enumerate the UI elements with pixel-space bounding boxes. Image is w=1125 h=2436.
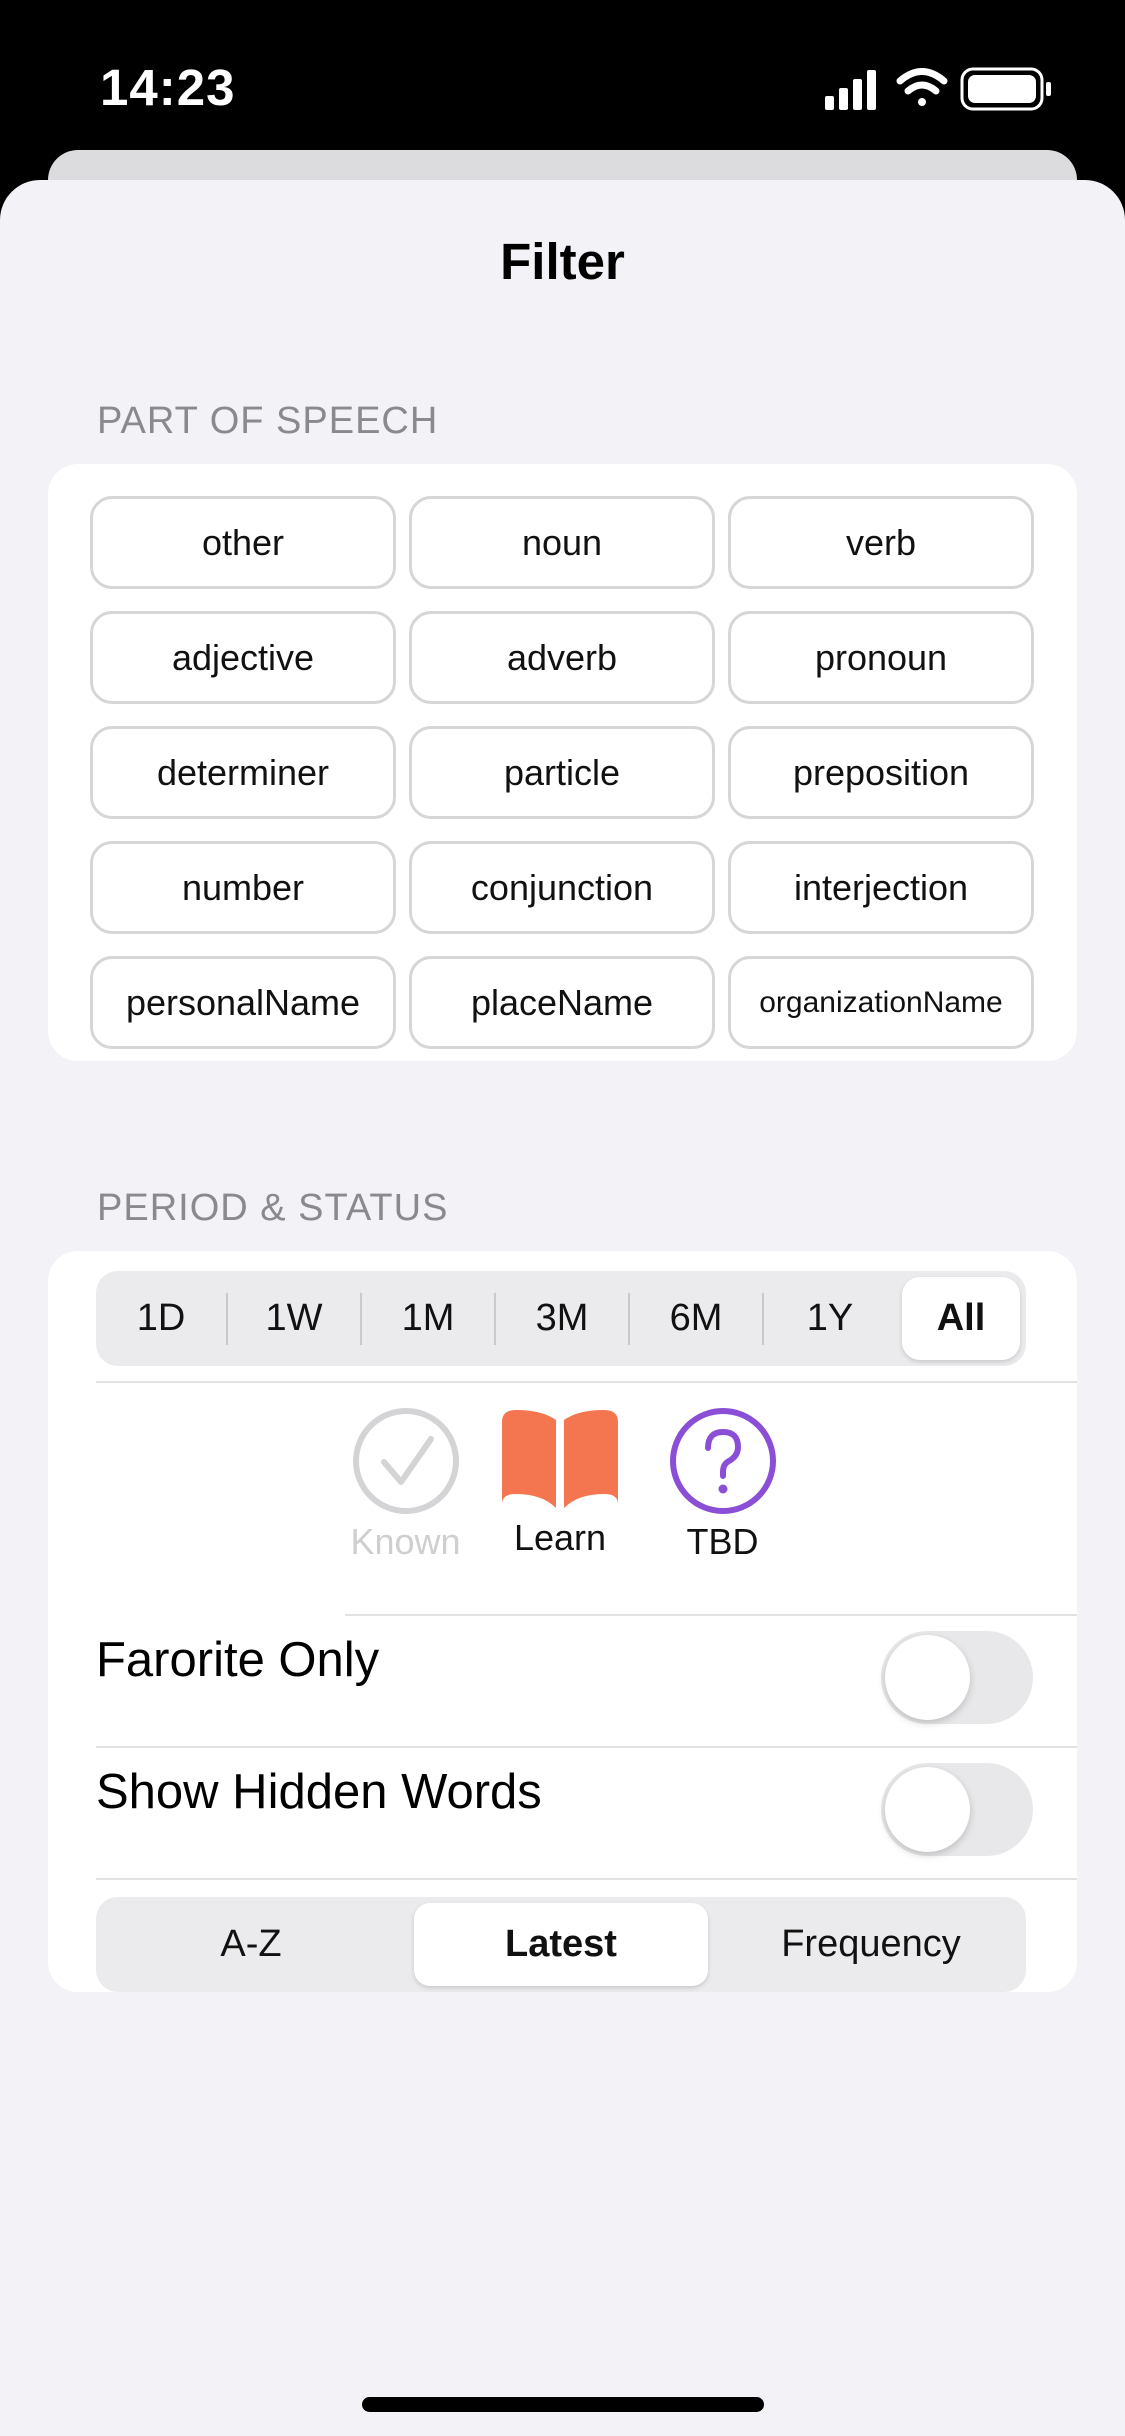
- pos-chip-interjection[interactable]: interjection: [728, 841, 1034, 934]
- show-hidden-label: Show Hidden Words: [96, 1765, 542, 1819]
- toggle-knob: [885, 1767, 970, 1852]
- cellular-signal-icon: [825, 70, 876, 110]
- pos-chip-determiner[interactable]: determiner: [90, 726, 396, 819]
- divider: [96, 1878, 1077, 1880]
- part-of-speech-header: PART OF SPEECH: [97, 400, 439, 442]
- show-hidden-toggle[interactable]: [881, 1763, 1033, 1856]
- pos-chip-place-name[interactable]: placeName: [409, 956, 715, 1049]
- status-known-label: Known: [350, 1521, 461, 1562]
- status-learn[interactable]: Learn: [495, 1406, 625, 1559]
- pos-chip-pronoun[interactable]: pronoun: [728, 611, 1034, 704]
- divider: [96, 1381, 1077, 1383]
- period-1m[interactable]: 1M: [362, 1271, 494, 1366]
- sort-frequency[interactable]: Frequency: [716, 1897, 1026, 1992]
- pos-chip-verb[interactable]: verb: [728, 496, 1034, 589]
- pos-chip-adjective[interactable]: adjective: [90, 611, 396, 704]
- sheet-title: Filter: [500, 233, 625, 290]
- pos-chip-other[interactable]: other: [90, 496, 396, 589]
- checkmark-circle-icon: [352, 1408, 459, 1514]
- question-circle-icon: [669, 1408, 776, 1514]
- period-all[interactable]: All: [902, 1277, 1020, 1360]
- period-3m[interactable]: 3M: [496, 1271, 628, 1366]
- period-status-card: 1D 1W 1M 3M 6M 1Y All Known Learn TBD Fa…: [48, 1251, 1077, 1992]
- status-learn-label: Learn: [513, 1517, 607, 1558]
- battery-icon: [960, 67, 1051, 111]
- favorite-only-toggle[interactable]: [881, 1631, 1033, 1724]
- toggle-knob: [885, 1635, 970, 1720]
- home-indicator: [362, 2397, 764, 2412]
- wifi-icon: [896, 68, 948, 106]
- divider: [96, 1746, 1077, 1748]
- book-icon: [502, 1410, 618, 1508]
- pos-chip-organization-name[interactable]: organizationName: [728, 956, 1034, 1049]
- pos-chip-number[interactable]: number: [90, 841, 396, 934]
- sort-segmented-control: A-Z Latest Frequency: [96, 1897, 1026, 1992]
- period-segmented-control: 1D 1W 1M 3M 6M 1Y All: [96, 1271, 1026, 1366]
- status-time: 14:23: [100, 59, 236, 116]
- pos-chip-particle[interactable]: particle: [409, 726, 715, 819]
- favorite-only-label: Farorite Only: [96, 1633, 380, 1687]
- period-1d[interactable]: 1D: [96, 1271, 226, 1366]
- status-tbd[interactable]: TBD: [660, 1406, 785, 1563]
- period-1y[interactable]: 1Y: [764, 1271, 896, 1366]
- divider: [345, 1614, 1077, 1616]
- status-icons: [825, 67, 1051, 111]
- status-tbd-label: TBD: [686, 1521, 759, 1562]
- period-6m[interactable]: 6M: [630, 1271, 762, 1366]
- part-of-speech-grid: other noun verb adjective adverb pronoun…: [90, 496, 1035, 1049]
- pos-chip-personal-name[interactable]: personalName: [90, 956, 396, 1049]
- part-of-speech-card: other noun verb adjective adverb pronoun…: [48, 464, 1077, 1061]
- screen: 14:23 Filter PART OF SPEECH other noun v…: [0, 0, 1125, 2436]
- pos-chip-noun[interactable]: noun: [409, 496, 715, 589]
- pos-chip-adverb[interactable]: adverb: [409, 611, 715, 704]
- period-1w[interactable]: 1W: [228, 1271, 360, 1366]
- status-known[interactable]: Known: [343, 1406, 468, 1563]
- pos-chip-preposition[interactable]: preposition: [728, 726, 1034, 819]
- filter-sheet: Filter PART OF SPEECH other noun verb ad…: [0, 180, 1125, 2436]
- sort-latest[interactable]: Latest: [414, 1903, 708, 1986]
- period-status-header: PERIOD & STATUS: [97, 1187, 449, 1229]
- pos-chip-conjunction[interactable]: conjunction: [409, 841, 715, 934]
- sort-a-z[interactable]: A-Z: [96, 1897, 406, 1992]
- status-bar: 14:23: [0, 0, 1125, 150]
